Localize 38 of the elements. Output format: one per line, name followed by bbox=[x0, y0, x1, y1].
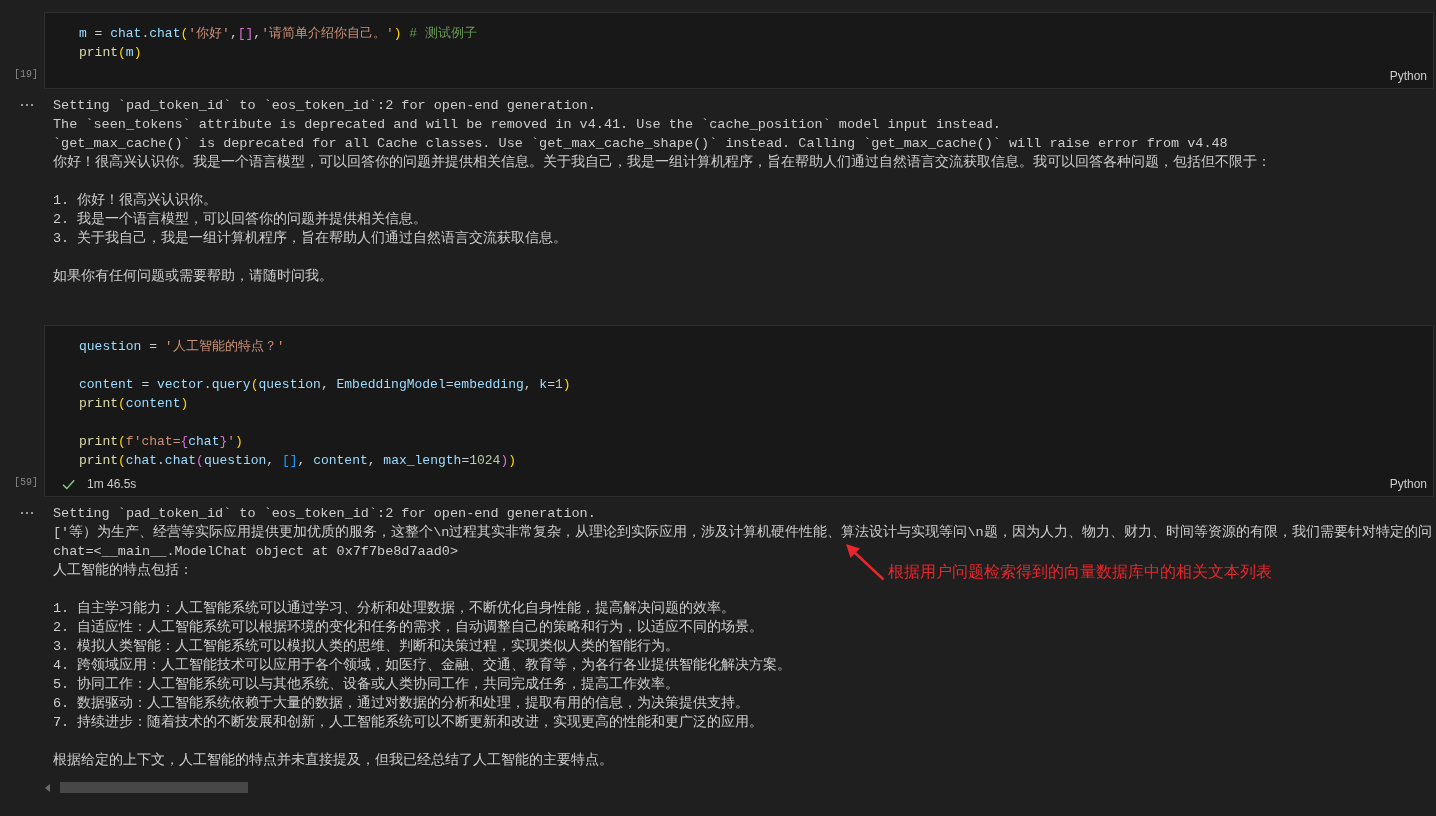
code-cell[interactable]: question = '人工智能的特点？' content = vector.query(question, EmbeddingModel=embedding, k=1) print(content) print(f'chat={chat}') print(chat.chat(question, [], content, max_length=1024)) 1m 46.5s Python bbox=[44, 325, 1434, 497]
output-line: 1. 自主学习能力：人工智能系统可以通过学习、分析和处理数据，不断优化自身性能，提高解决问题的效率。 bbox=[53, 599, 736, 618]
output-line: 1. 你好！很高兴认识你。 bbox=[53, 191, 218, 210]
language-label[interactable]: Python bbox=[1389, 69, 1427, 83]
output-line: ['等）为生产、经营等实际应用提供更加优质的服务，这整个\n过程其实非常复杂，从理论到实际应用，涉及计算机硬件性能、算法设计与实现等问\n题，因为人力、物力、财力、时间等资源的有限，我们需要针对特定的问 bbox=[53, 523, 1432, 542]
output-line: Setting `pad_token_id` to `eos_token_id`:2 for open-end generation. bbox=[53, 97, 596, 115]
output-line: 你好！很高兴认识你。我是一个语言模型，可以回答你的问题并提供相关信息。关于我自己，我是一组计算机程序，旨在帮助人们通过自然语言交流获取信息。我可以回答各种问题，包括但不限于： bbox=[53, 153, 1271, 172]
output-line: 如果你有任何问题或需要帮助，请随时问我。 bbox=[53, 267, 333, 286]
code-line: m = chat.chat('你好',[],'请简单介绍你自己。') # 测试例子 bbox=[79, 25, 477, 43]
output-line: 7. 持续进步：随着技术的不断发展和创新，人工智能系统可以不断更新和改进，实现更高的性能和更广泛的应用。 bbox=[53, 713, 764, 732]
language-label[interactable]: Python bbox=[1389, 477, 1427, 491]
code-line: print(chat.chat(question, [], content, max_length=1024)) bbox=[79, 452, 517, 470]
output-line: 6. 数据驱动：人工智能系统依赖于大量的数据，通过对数据的分析和处理，提取有用的信息，为决策提供支持。 bbox=[53, 694, 750, 713]
code-line: print(content) bbox=[79, 395, 189, 413]
code-line: question = '人工智能的特点？' bbox=[79, 338, 285, 356]
output-line: `get_max_cache()` is deprecated for all Cache classes. Use `get_max_cache_shape()` instead. Calling `get_max_cache()` will raise error from v4.48 bbox=[53, 135, 1228, 153]
output-line: chat=<__main__.ModelChat object at 0x7f7be8d7aad0> bbox=[53, 543, 459, 561]
execution-count: [19] bbox=[14, 69, 38, 81]
output-line: 根据给定的上下文，人工智能的特点并未直接提及，但我已经总结了人工智能的主要特点。 bbox=[53, 751, 613, 770]
code-line: print(m) bbox=[79, 44, 142, 62]
output-line: Setting `pad_token_id` to `eos_token_id`:2 for open-end generation. bbox=[53, 505, 596, 523]
code-cell[interactable]: m = chat.chat('你好',[],'请简单介绍你自己。') # 测试例子 print(m) Python bbox=[44, 12, 1434, 89]
execution-time: 1m 46.5s bbox=[87, 477, 137, 491]
output-line: 4. 跨领域应用：人工智能技术可以应用于各个领域，如医疗、金融、交通、教育等，为各行各业提供智能化解决方案。 bbox=[53, 656, 792, 675]
output-line: 5. 协同工作：人工智能系统可以与其他系统、设备或人类协同工作，共同完成任务，提高工作效率。 bbox=[53, 675, 680, 694]
output-line: 2. 自适应性：人工智能系统可以根据环境的变化和任务的需求，自动调整自己的策略和行为，以适应不同的场景。 bbox=[53, 618, 764, 637]
annotation-arrow bbox=[845, 543, 885, 581]
scroll-left-icon[interactable] bbox=[45, 783, 50, 792]
output-line: 人工智能的特点包括： bbox=[53, 561, 193, 580]
output-line: The `seen_tokens` attribute is deprecated and will be removed in v4.41. Use the `cache_position` model input instead. bbox=[53, 116, 1001, 134]
code-line: print(f'chat={chat}') bbox=[79, 433, 243, 451]
output-line: 3. 模拟人类智能：人工智能系统可以模拟人类的思维、判断和决策过程，实现类似人类的智能行为。 bbox=[53, 637, 680, 656]
output-line: 2. 我是一个语言模型，可以回答你的问题并提供相关信息。 bbox=[53, 210, 428, 229]
annotation-label: 根据用户问题检索得到的向量数据库中的相关文本列表 bbox=[888, 562, 1272, 582]
scrollbar-thumb[interactable] bbox=[60, 782, 248, 793]
code-line: content = vector.query(question, EmbeddingModel=embedding, k=1) bbox=[79, 376, 571, 394]
output-line: 3. 关于我自己，我是一组计算机程序，旨在帮助人们通过自然语言交流获取信息。 bbox=[53, 229, 568, 248]
execution-count: [59] bbox=[14, 477, 38, 489]
